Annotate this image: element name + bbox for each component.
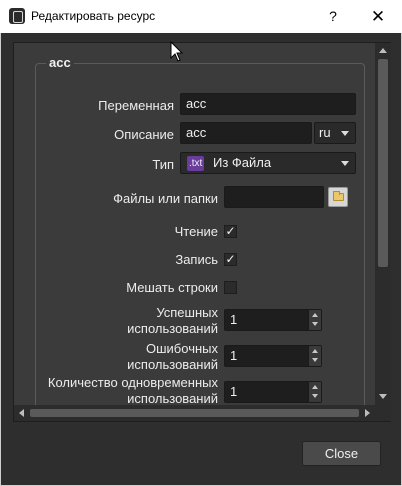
browse-folder-button[interactable] xyxy=(328,187,348,207)
scroll-corner xyxy=(375,405,391,421)
spin-buttons[interactable] xyxy=(308,382,321,402)
horizontal-scrollbar[interactable] xyxy=(14,405,375,421)
description-input[interactable]: acc xyxy=(180,122,312,144)
shuffle-label: Мешать строки xyxy=(126,280,218,295)
vertical-scroll-thumb[interactable] xyxy=(378,59,388,267)
error-uses-spinbox[interactable]: 1 xyxy=(224,345,322,367)
txt-file-icon: .txt xyxy=(187,156,205,171)
scroll-viewport: acc Переменная acc Описание acc ru Тип .… xyxy=(14,43,375,405)
concurrent-uses-label-line1: Количество одновременных xyxy=(47,375,218,390)
chevron-down-icon xyxy=(341,131,349,136)
window-close-button[interactable]: ✕ xyxy=(358,0,398,33)
folder-icon xyxy=(333,191,344,201)
files-label: Файлы или папки xyxy=(113,191,218,206)
title-bar: Редактировать ресурс ? ✕ xyxy=(0,0,402,33)
language-select[interactable]: ru xyxy=(314,122,356,144)
scroll-down-icon[interactable] xyxy=(379,394,387,399)
group-title: acc xyxy=(46,55,74,70)
chevron-down-icon xyxy=(341,161,349,166)
close-button[interactable]: Close xyxy=(302,441,381,466)
app-icon xyxy=(9,8,25,24)
error-uses-label-line2: использований xyxy=(127,357,218,372)
type-value: Из Файла xyxy=(213,155,272,170)
read-label: Чтение xyxy=(174,224,218,239)
help-button[interactable]: ? xyxy=(313,0,353,33)
mouse-cursor-icon xyxy=(170,41,184,62)
spin-up-icon xyxy=(312,349,318,353)
success-uses-spinbox[interactable]: 1 xyxy=(224,309,322,331)
language-value: ru xyxy=(319,125,331,140)
shuffle-checkbox[interactable] xyxy=(224,281,237,294)
scroll-up-icon[interactable] xyxy=(379,48,387,53)
write-checkbox[interactable]: ✓ xyxy=(224,253,237,266)
concurrent-uses-value: 1 xyxy=(230,384,238,399)
scroll-right-icon[interactable] xyxy=(365,409,370,417)
type-select[interactable]: .txt Из Файла xyxy=(180,152,356,174)
write-label: Запись xyxy=(175,252,218,267)
files-input[interactable] xyxy=(224,186,324,208)
spin-down-icon xyxy=(312,358,318,362)
spin-up-icon xyxy=(312,385,318,389)
concurrent-uses-label-line2: использований xyxy=(127,391,218,405)
error-uses-label-line1: Ошибочных xyxy=(146,341,218,356)
spin-buttons[interactable] xyxy=(308,310,321,330)
window-title: Редактировать ресурс xyxy=(31,9,156,23)
spin-buttons[interactable] xyxy=(308,346,321,366)
concurrent-uses-spinbox[interactable]: 1 xyxy=(224,381,322,403)
error-uses-value: 1 xyxy=(230,348,238,363)
success-uses-label-line2: использований xyxy=(127,321,218,336)
spin-down-icon xyxy=(312,322,318,326)
variable-input[interactable]: acc xyxy=(180,93,356,115)
read-checkbox[interactable]: ✓ xyxy=(224,225,237,238)
variable-label: Переменная xyxy=(98,98,174,113)
horizontal-scroll-thumb[interactable] xyxy=(30,409,359,417)
dialog-body: acc Переменная acc Описание acc ru Тип .… xyxy=(0,33,402,486)
success-uses-label-line1: Успешных xyxy=(156,305,218,320)
vertical-scrollbar[interactable] xyxy=(375,43,391,405)
spin-up-icon xyxy=(312,313,318,317)
description-label: Описание xyxy=(114,127,174,142)
spin-down-icon xyxy=(312,394,318,398)
success-uses-value: 1 xyxy=(230,312,238,327)
scroll-left-icon[interactable] xyxy=(19,409,24,417)
type-label: Тип xyxy=(152,157,174,172)
scroll-area: acc Переменная acc Описание acc ru Тип .… xyxy=(13,42,391,422)
